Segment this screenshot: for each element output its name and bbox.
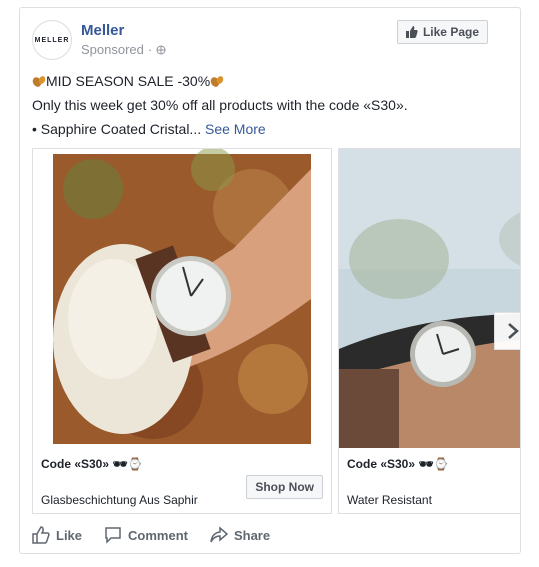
like-label: Like <box>56 527 83 543</box>
share-button[interactable]: Share <box>210 526 270 544</box>
sponsored-post: MELLER Meller Sponsored · Like Page MID … <box>19 7 521 554</box>
page-name-link[interactable]: Meller <box>81 22 124 39</box>
share-label: Share <box>233 527 271 543</box>
like-page-button[interactable]: Like Page <box>396 20 488 44</box>
comment-button[interactable]: Comment <box>104 526 188 544</box>
post-header: MELLER Meller Sponsored · Like Page <box>32 20 508 64</box>
shop-now-button[interactable]: Shop Now <box>246 475 323 499</box>
sponsored-row: Sponsored · <box>81 42 166 57</box>
thumbs-up-icon <box>405 26 418 38</box>
card-headline: Code «S30» 🕶⌚ <box>41 457 143 471</box>
share-arrow-icon <box>210 526 228 543</box>
card-description: Glasbeschichtung Aus Saphir <box>41 493 198 507</box>
card-headline: Code «S30» 🕶⌚ <box>347 457 449 471</box>
post-text: MID SEASON SALE -30% Only this week get … <box>32 69 508 141</box>
thumbs-up-outline-icon <box>32 526 50 544</box>
comment-label: Comment <box>128 527 188 543</box>
avatar[interactable]: MELLER <box>32 20 72 60</box>
post-actions: Like Comment Share <box>32 522 508 548</box>
comment-bubble-icon <box>105 527 121 544</box>
chevron-right-icon <box>508 323 519 339</box>
product-photo[interactable] <box>339 149 520 448</box>
leaf-icon <box>32 76 46 87</box>
carousel-card[interactable]: Code «S30» 🕶⌚ Glasbeschichtung Aus Saphi… <box>32 148 332 514</box>
ad-carousel: Code «S30» 🕶⌚ Glasbeschichtung Aus Saphi… <box>32 148 520 514</box>
product-photo[interactable] <box>33 149 331 448</box>
post-line-2: Only this week get 30% off all products … <box>32 97 408 113</box>
post-line-1: MID SEASON SALE -30% <box>32 69 508 93</box>
sponsored-label[interactable]: Sponsored <box>81 42 144 57</box>
see-more-link[interactable]: See More <box>205 121 266 137</box>
post-line-3: • Sapphire Coated Cristal... See More <box>32 121 266 137</box>
leaf-icon <box>210 76 224 87</box>
card-description: Water Resistant <box>347 493 432 507</box>
like-page-label: Like Page <box>422 25 479 39</box>
carousel-next-button[interactable] <box>494 312 520 350</box>
globe-icon <box>156 45 166 54</box>
like-button[interactable]: Like <box>32 526 82 544</box>
